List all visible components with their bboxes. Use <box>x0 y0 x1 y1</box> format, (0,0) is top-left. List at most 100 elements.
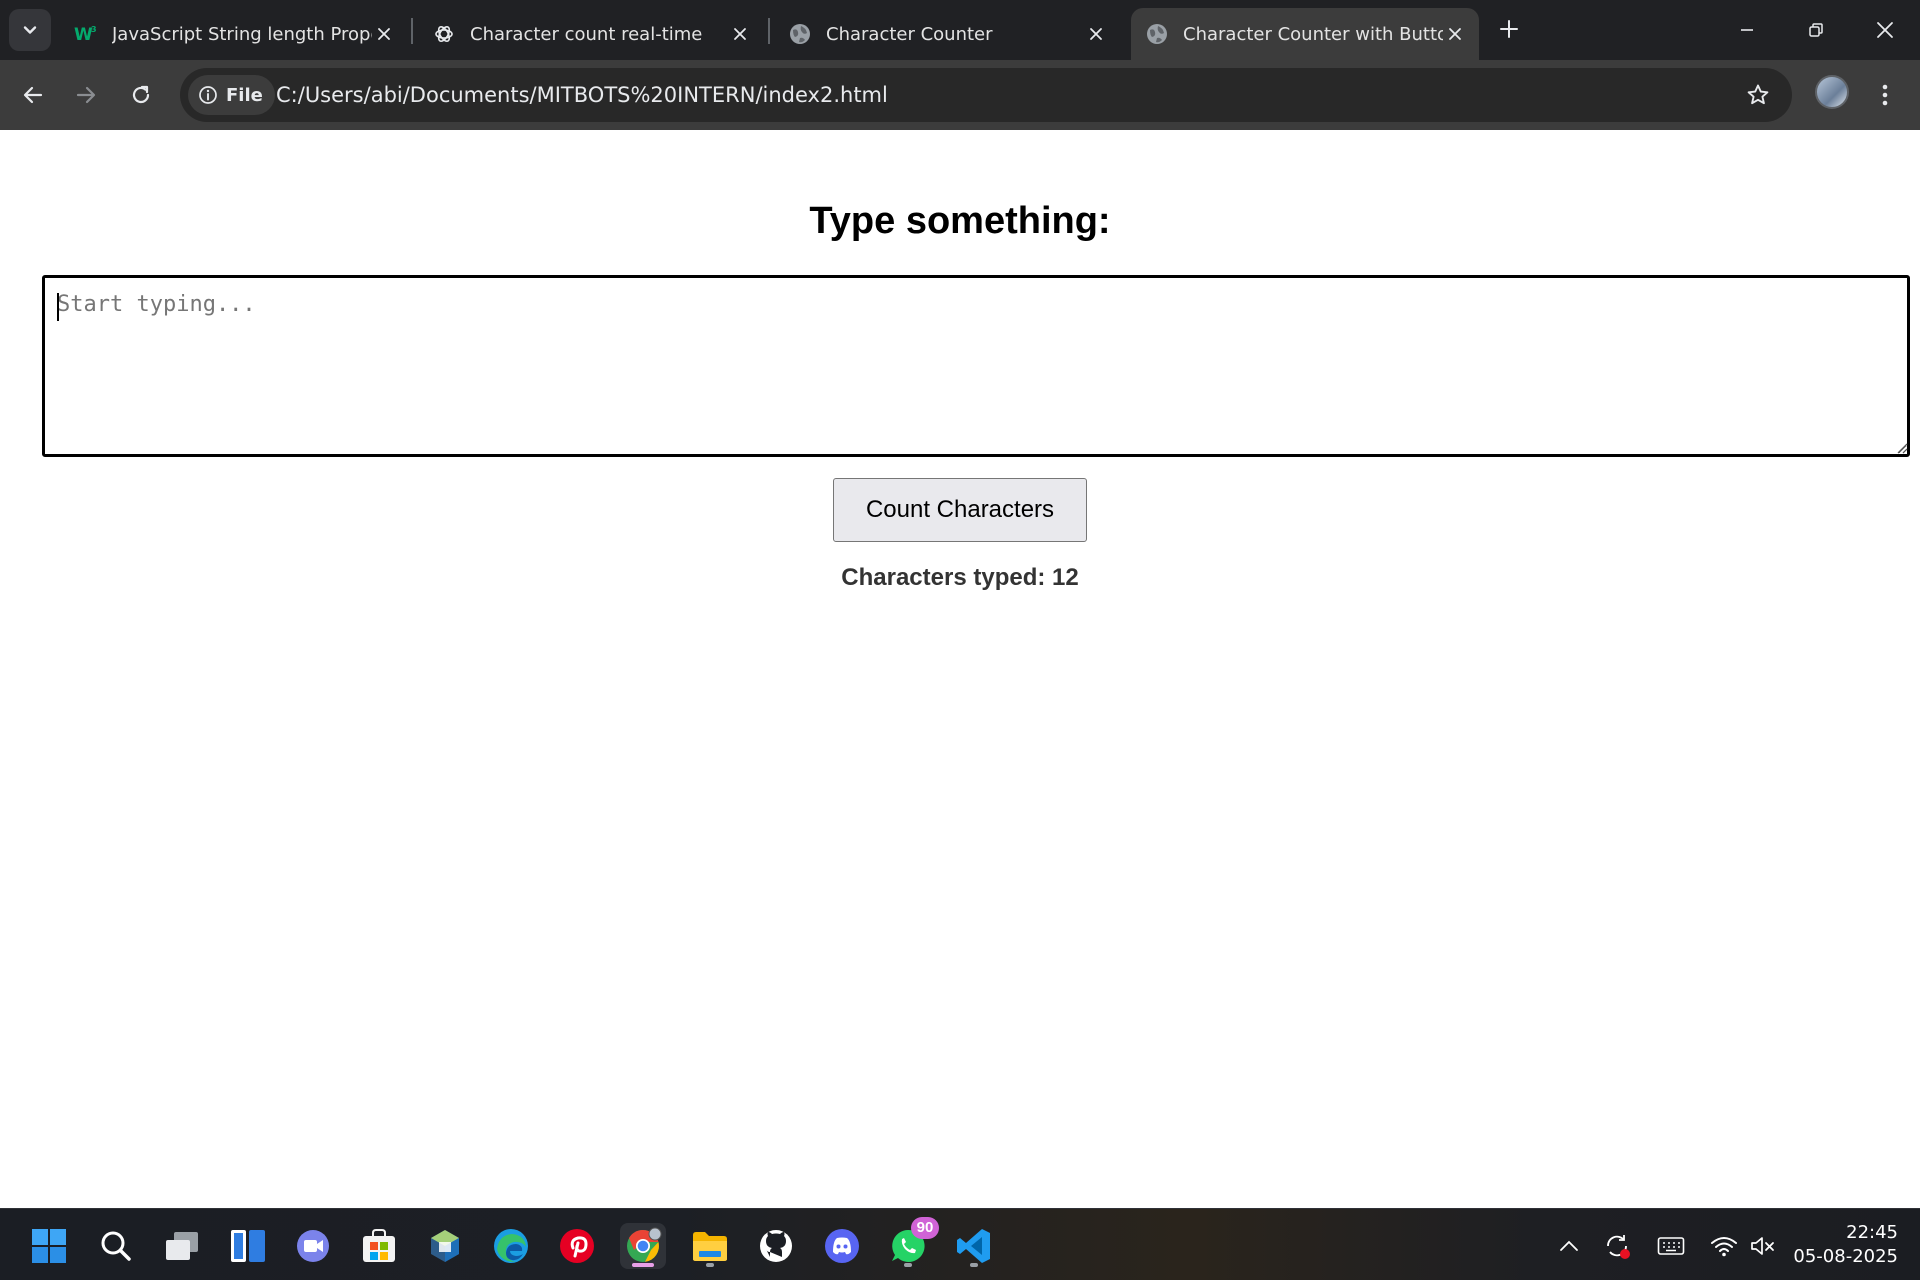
chrome-button[interactable] <box>620 1223 666 1269</box>
close-window-button[interactable] <box>1862 10 1908 50</box>
tab-separator <box>768 18 770 44</box>
file-explorer-button[interactable] <box>687 1223 733 1269</box>
arrow-left-icon <box>23 86 43 104</box>
chrome-icon <box>627 1227 662 1262</box>
vscode-button[interactable] <box>951 1223 997 1269</box>
search-icon <box>101 1231 131 1261</box>
tab-title: JavaScript String length Propert <box>112 23 372 45</box>
open-indicator <box>970 1263 978 1267</box>
microsoft-store-button[interactable] <box>356 1223 402 1269</box>
notification-badge: 90 <box>911 1217 939 1239</box>
github-icon <box>760 1230 792 1262</box>
sync-status-button[interactable] <box>1601 1231 1633 1261</box>
text-input-area[interactable] <box>42 275 1910 457</box>
screen: W3 JavaScript String length Propert Char… <box>0 0 1920 1280</box>
arrow-right-icon <box>76 86 96 104</box>
count-characters-button[interactable]: Count Characters <box>833 478 1087 542</box>
tab-character-counter[interactable]: Character Counter <box>774 8 1120 60</box>
minimize-button[interactable] <box>1724 10 1770 50</box>
page-content: Type something: Count Characters Charact… <box>0 130 1920 1208</box>
taskbar-clock[interactable]: 22:45 05-08-2025 <box>1788 1221 1898 1269</box>
virtualbox-button[interactable] <box>422 1223 468 1269</box>
chip-label: File <box>226 84 263 106</box>
clock-time: 22:45 <box>1846 1222 1898 1243</box>
clock-date: 05-08-2025 <box>1793 1246 1898 1267</box>
close-icon <box>1877 22 1893 38</box>
tab-title: Character Counter <box>826 23 993 45</box>
url-text[interactable]: C:/Users/abi/Documents/MITBOTS%20INTERN/… <box>276 68 888 122</box>
store-icon <box>363 1229 395 1262</box>
browser-menu-button[interactable] <box>1868 75 1902 115</box>
sync-icon <box>1607 1235 1630 1259</box>
active-indicator <box>632 1263 654 1267</box>
minimize-icon <box>1741 29 1753 31</box>
taskbar-search-button[interactable] <box>93 1223 139 1269</box>
profile-avatar[interactable] <box>1815 75 1849 109</box>
edge-button[interactable] <box>488 1223 534 1269</box>
task-view-icon <box>166 1232 198 1260</box>
restore-button[interactable] <box>1793 10 1839 50</box>
more-vertical-icon <box>1882 84 1888 106</box>
pinterest-icon <box>560 1229 594 1263</box>
discord-button[interactable] <box>819 1223 865 1269</box>
tab-w3schools[interactable]: W3 JavaScript String length Propert <box>60 8 408 60</box>
chevron-down-icon <box>23 26 37 34</box>
volume-button[interactable] <box>1747 1231 1779 1261</box>
chatgpt-icon <box>432 22 456 46</box>
tab-strip: W3 JavaScript String length Propert Char… <box>0 0 1920 60</box>
browser-toolbar: File C:/Users/abi/Documents/MITBOTS%20IN… <box>0 60 1920 130</box>
forward-button[interactable] <box>66 75 106 115</box>
widgets-button[interactable] <box>225 1223 271 1269</box>
wifi-button[interactable] <box>1708 1231 1740 1261</box>
tab-chatgpt[interactable]: Character count real-time <box>418 8 764 60</box>
tab-title: Character Counter with Button <box>1183 23 1443 45</box>
open-indicator <box>706 1263 714 1267</box>
tab-separator <box>411 18 413 44</box>
task-view-button[interactable] <box>159 1223 205 1269</box>
tab-character-counter-with-button[interactable]: Character Counter with Button <box>1131 8 1479 60</box>
new-tab-button[interactable] <box>1494 14 1524 44</box>
github-button[interactable] <box>753 1223 799 1269</box>
star-icon <box>1747 84 1769 105</box>
chevron-up-icon <box>1560 1240 1578 1251</box>
open-indicator <box>904 1263 912 1267</box>
globe-icon <box>788 22 812 46</box>
globe-icon <box>1145 22 1169 46</box>
widgets-icon <box>231 1230 265 1262</box>
text-caret <box>57 293 59 321</box>
svg-text:3: 3 <box>91 25 97 34</box>
teams-button[interactable] <box>290 1223 336 1269</box>
volume-muted-icon <box>1751 1237 1774 1255</box>
plus-icon <box>1500 20 1518 38</box>
restore-icon <box>1809 23 1823 37</box>
virtualbox-icon <box>431 1230 459 1262</box>
wifi-icon <box>1711 1237 1737 1257</box>
page-heading: Type something: <box>809 200 1111 242</box>
reload-icon <box>132 85 150 104</box>
keyboard-button[interactable] <box>1655 1231 1687 1261</box>
tab-search-button[interactable] <box>9 9 51 51</box>
reload-button[interactable] <box>121 75 161 115</box>
close-icon[interactable] <box>728 22 752 46</box>
start-button[interactable] <box>26 1223 72 1269</box>
close-icon[interactable] <box>372 22 396 46</box>
edge-icon <box>494 1229 528 1263</box>
address-bar[interactable]: File C:/Users/abi/Documents/MITBOTS%20IN… <box>180 68 1792 122</box>
close-icon[interactable] <box>1084 22 1108 46</box>
info-icon <box>199 86 217 104</box>
tab-title: Character count real-time <box>470 23 703 45</box>
teams-icon <box>297 1230 329 1262</box>
taskbar: 90 22:45 05-08-2025 <box>0 1208 1920 1280</box>
show-hidden-icons-button[interactable] <box>1553 1231 1585 1261</box>
site-info-chip[interactable]: File <box>188 75 275 115</box>
resize-grip-icon[interactable] <box>1895 441 1908 454</box>
character-count-result: Characters typed: 12 <box>841 564 1079 591</box>
discord-icon <box>825 1229 859 1263</box>
bookmark-star-button[interactable] <box>1744 81 1772 109</box>
back-button[interactable] <box>13 75 53 115</box>
vscode-icon <box>957 1229 990 1263</box>
whatsapp-button[interactable]: 90 <box>885 1217 939 1269</box>
close-icon[interactable] <box>1443 22 1467 46</box>
file-explorer-icon <box>693 1232 727 1261</box>
pinterest-button[interactable] <box>554 1223 600 1269</box>
